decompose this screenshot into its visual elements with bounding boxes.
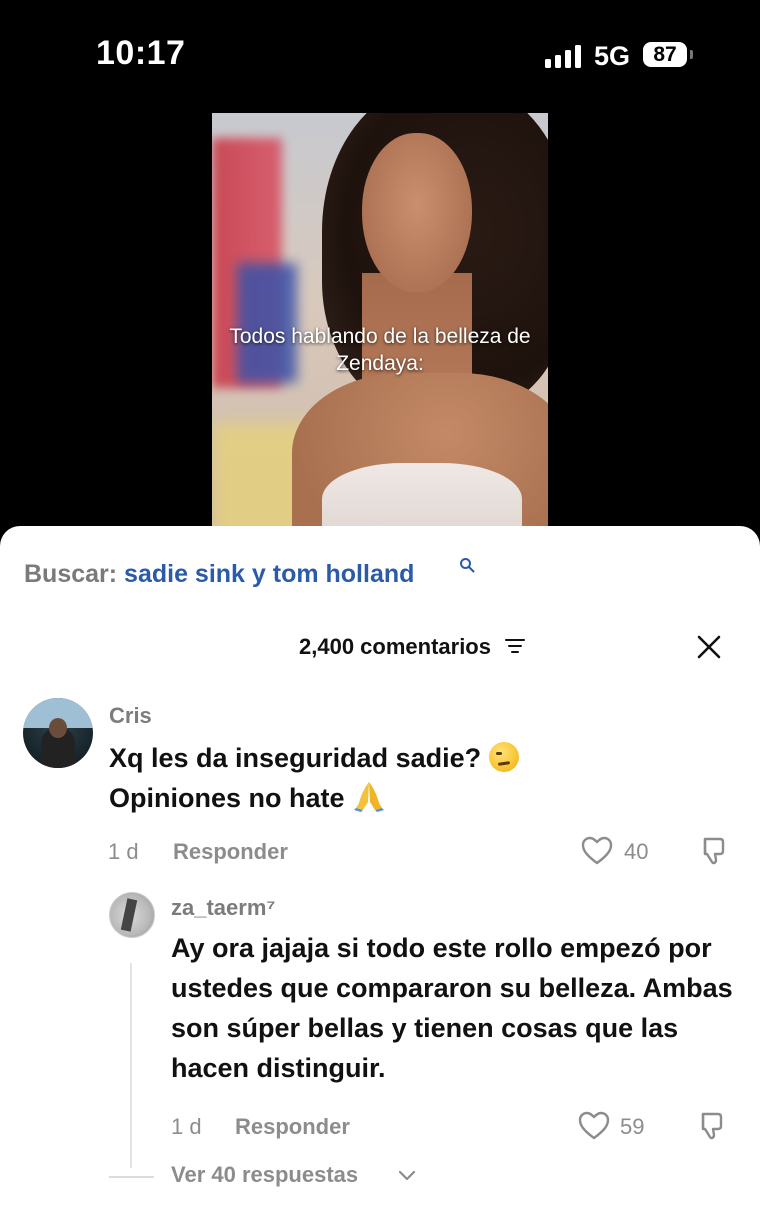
- chevron-down-icon[interactable]: [398, 1170, 416, 1182]
- battery-nub: [690, 50, 693, 59]
- view-replies-button[interactable]: Ver 40 respuestas: [171, 1162, 358, 1188]
- dislike-icon[interactable]: [694, 1110, 726, 1142]
- heart-icon[interactable]: [581, 836, 613, 866]
- search-suggestion[interactable]: Buscar: sadie sink y tom holland: [24, 560, 414, 589]
- dislike-icon[interactable]: [696, 835, 728, 867]
- comment-time: 1 d: [171, 1114, 202, 1139]
- video-subject-face: [362, 133, 472, 293]
- avatar[interactable]: [109, 892, 155, 938]
- reply-button[interactable]: Responder: [235, 1114, 350, 1140]
- search-label: Buscar:: [24, 560, 118, 588]
- folded-hands-emoji-icon: [354, 782, 385, 812]
- view-replies-divider: [109, 1176, 154, 1178]
- status-time: 10:17: [96, 34, 186, 72]
- video-caption: Todos hablando de la belleza de Zendaya:: [229, 325, 531, 375]
- filter-icon[interactable]: [505, 637, 525, 655]
- comments-sheet: Buscar: sadie sink y tom holland 2,400 c…: [0, 526, 760, 1226]
- comment-text: Xq les da inseguridad sadie? Opiniones n…: [109, 738, 519, 818]
- network-label: 5G: [594, 41, 631, 71]
- battery-icon: 87: [643, 42, 687, 67]
- avatar[interactable]: [23, 698, 93, 768]
- comment-text-line: Xq les da inseguridad sadie?: [109, 743, 482, 773]
- avatar-figure: [120, 898, 138, 932]
- search-icon[interactable]: [459, 557, 475, 573]
- comment-username[interactable]: Cris: [109, 703, 152, 729]
- reply-button[interactable]: Responder: [173, 839, 288, 865]
- close-icon[interactable]: [694, 632, 724, 662]
- comment-time: 1 d: [108, 839, 139, 864]
- raised-eyebrow-emoji-icon: [488, 742, 519, 772]
- heart-icon[interactable]: [578, 1111, 610, 1141]
- comment-username[interactable]: za_taerm⁷: [171, 895, 275, 921]
- video-player[interactable]: Todos hablando de la belleza de Zendaya:: [212, 113, 548, 543]
- comments-count: 2,400 comentarios: [299, 634, 491, 659]
- like-count: 40: [624, 839, 649, 864]
- signal-icon: [545, 44, 583, 68]
- thread-line: [130, 963, 132, 1168]
- comment-text: Ay ora jajaja si todo este rollo empezó …: [171, 933, 733, 1083]
- like-count: 59: [620, 1114, 645, 1139]
- search-term-link[interactable]: sadie sink y tom holland: [124, 560, 414, 588]
- avatar-head: [49, 718, 67, 738]
- comment-text-line: Opiniones no hate: [109, 783, 345, 813]
